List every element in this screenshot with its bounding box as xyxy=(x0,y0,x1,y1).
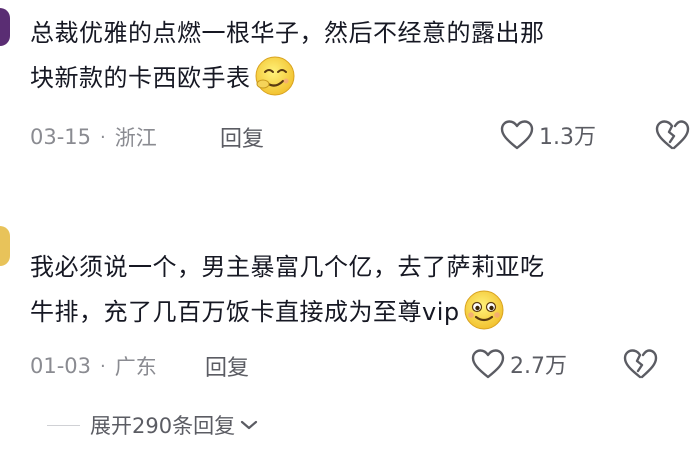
comment-location: 广东 xyxy=(114,355,157,379)
like-count: 1.3万 xyxy=(539,125,596,150)
snickering-face-emoji-icon xyxy=(255,56,294,96)
meta-separator: · xyxy=(100,355,106,377)
comment-meta: 03-15 · 浙江 xyxy=(30,122,157,152)
comment-text-line-1: 我必须说一个，男主暴富几个亿，去了萨莉亚吃 xyxy=(30,253,545,281)
like-button[interactable]: 2.7万 xyxy=(470,347,567,381)
comment-location: 浙江 xyxy=(114,126,157,150)
comment-text-line-1: 总裁优雅的点燃一根华子，然后不经意的露出那 xyxy=(30,19,545,47)
heart-icon xyxy=(500,120,534,150)
like-count: 2.7万 xyxy=(510,354,567,379)
avatar[interactable] xyxy=(0,8,10,46)
dislike-button[interactable] xyxy=(622,347,658,385)
reply-button[interactable]: 回复 xyxy=(220,121,264,153)
avatar[interactable] xyxy=(0,226,10,266)
comment-meta: 01-03 · 广东 xyxy=(30,351,157,381)
comment-text: 总裁优雅的点燃一根华子，然后不经意的露出那 块新款的卡西欧手表 xyxy=(30,12,690,99)
broken-heart-icon xyxy=(623,349,658,379)
expand-divider xyxy=(47,424,80,426)
comment-text-line-2: 块新款的卡西欧手表 xyxy=(30,64,251,92)
expand-replies-label: 展开290条回复 xyxy=(90,414,236,438)
comment-date: 01-03 xyxy=(30,354,92,378)
expand-replies-button[interactable]: 展开290条回复 xyxy=(47,410,259,440)
smiling-face-emoji-icon xyxy=(464,290,504,330)
like-button[interactable]: 1.3万 xyxy=(499,118,596,152)
comment-date: 03-15 xyxy=(30,125,92,149)
comment-username-partial xyxy=(30,208,150,216)
comment-text: 我必须说一个，男主暴富几个亿，去了萨莉亚吃 牛排，充了几百万饭卡直接成为至尊vi… xyxy=(30,246,690,333)
broken-heart-icon xyxy=(655,120,690,150)
chevron-down-icon xyxy=(240,420,258,430)
dislike-button[interactable] xyxy=(654,118,690,156)
reply-button[interactable]: 回复 xyxy=(205,350,249,382)
comment-text-line-2: 牛排，充了几百万饭卡直接成为至尊vip xyxy=(30,298,460,326)
meta-separator: · xyxy=(100,126,106,148)
heart-icon xyxy=(471,349,505,379)
comment-1: 总裁优雅的点燃一根华子，然后不经意的露出那 块新款的卡西欧手表 03-15 · … xyxy=(0,0,690,180)
